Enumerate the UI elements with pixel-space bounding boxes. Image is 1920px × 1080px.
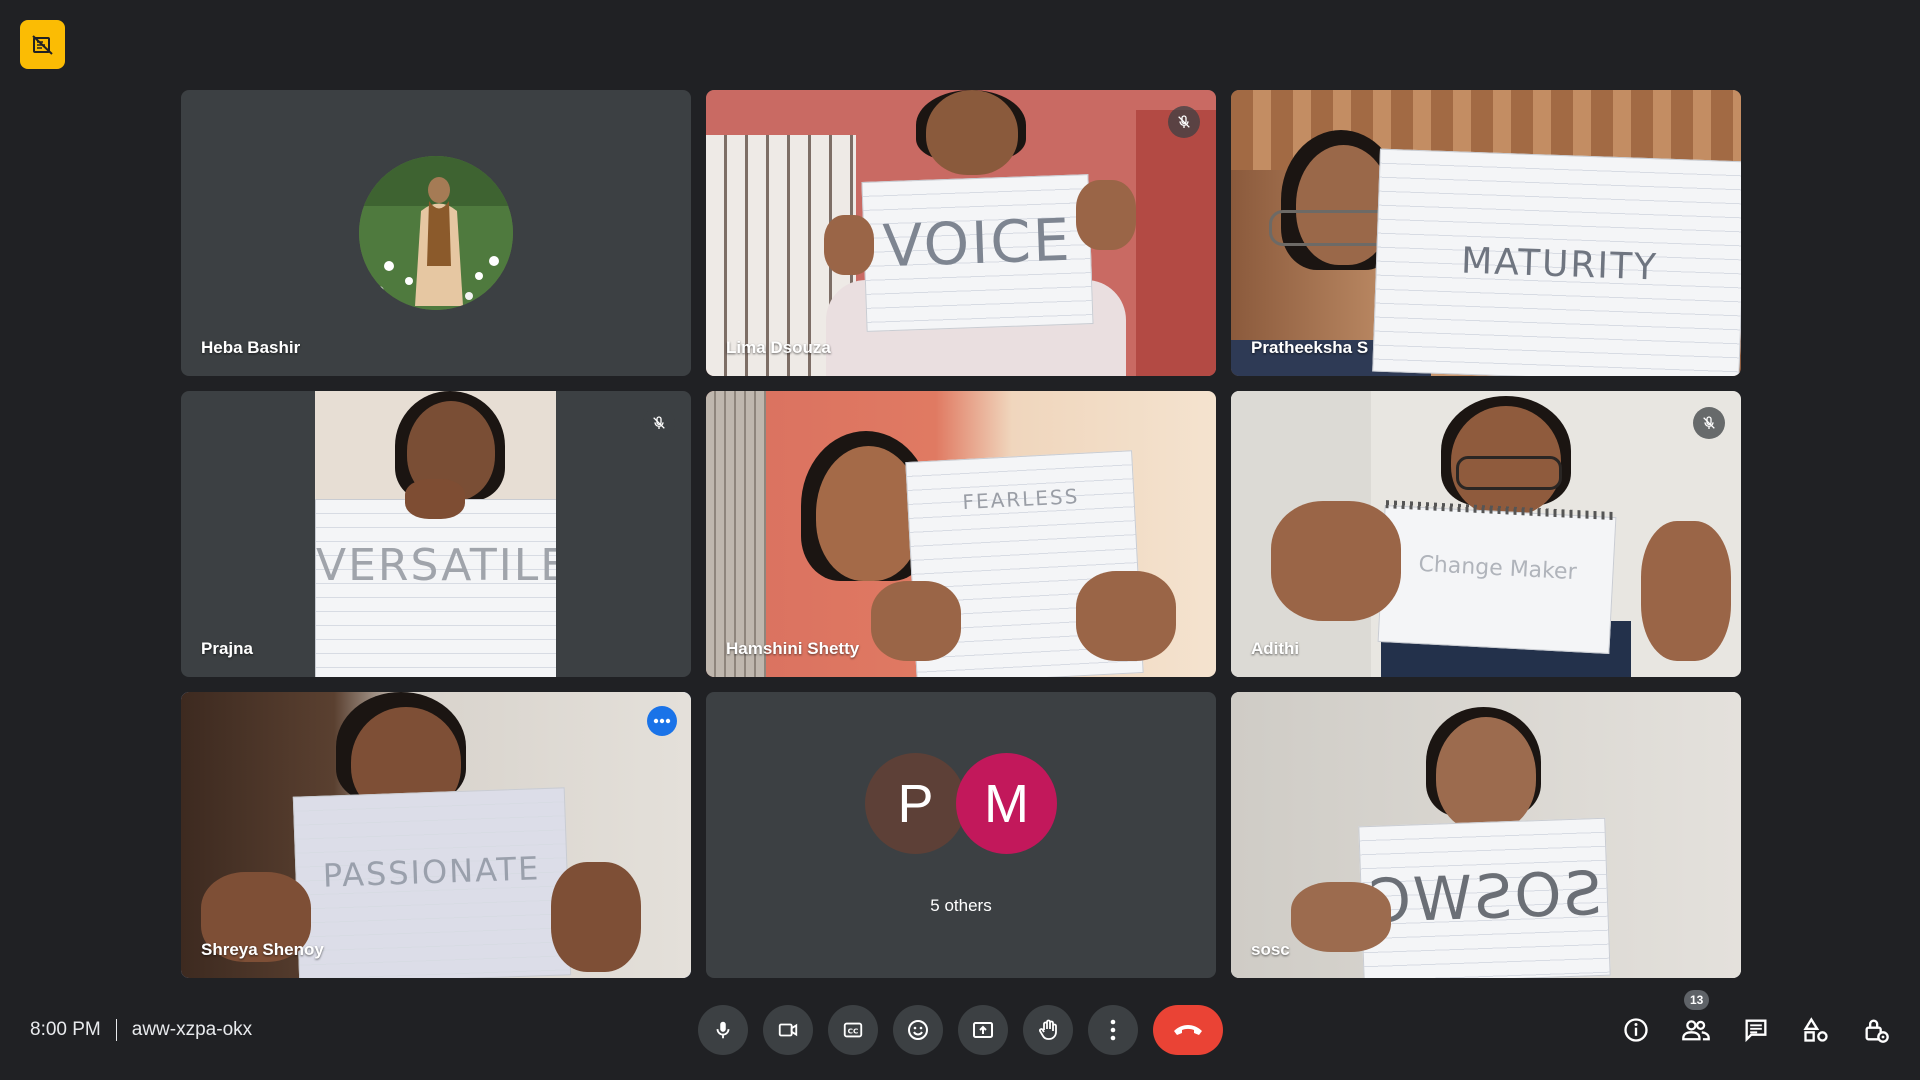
participant-grid: Heba Bashir VOICE Lima Dsouza MATURITY P… [181,90,1741,978]
participant-avatar-photo [359,156,513,310]
more-options-icon [653,718,671,724]
current-time: 8:00 PM [30,1019,101,1040]
emoji-reaction-button[interactable] [893,1005,943,1055]
participant-tile-others[interactable]: P M 5 others [706,692,1216,978]
others-count-label: 5 others [930,896,992,915]
paper-sign-text: VOICE [881,205,1073,281]
host-controls-button[interactable] [1852,1004,1900,1056]
participant-name: Pratheeksha S [1251,338,1369,357]
participant-tile-adithi[interactable]: Change Maker Adithi [1231,391,1741,677]
meeting-info: 8:00 PM aww-xzpa-okx [30,1018,252,1042]
participant-tile-sosc[interactable]: SOSWC sosc [1231,692,1741,978]
chat-button[interactable] [1732,1004,1780,1056]
participant-name: Heba Bashir [201,338,301,357]
present-icon [973,1022,993,1038]
people-icon [1682,1020,1710,1041]
mic-off-icon [653,416,665,429]
paper-sign-text: SOSWC [1365,858,1603,938]
mic-off-icon [1703,416,1715,429]
people-button[interactable]: 13 [1672,990,1720,1056]
svg-text:CC: CC [848,1027,859,1036]
side-panel-controls: 13 [1612,990,1900,1056]
microphone-button[interactable] [698,1005,748,1055]
paper-sign-text: VERSATILE [316,540,556,591]
divider [115,1019,117,1041]
call-controls: CC [698,1005,1223,1055]
emoji-icon [908,1020,928,1040]
other-participant-avatar-p: P [865,753,966,854]
participant-name: sosc [1251,940,1290,959]
paper-sign-text: PASSIONATE [322,849,541,895]
participant-tile-hamshini-shetty[interactable]: FEARLESS Hamshini Shetty [706,391,1216,677]
info-icon [1624,1018,1648,1042]
video-off-badge[interactable] [20,20,65,69]
no-video-badge-icon [31,34,53,55]
chat-icon [1745,1019,1767,1043]
participant-tile-shreya-shenoy[interactable]: PASSIONATE Shreya Shenoy [181,692,691,978]
meeting-code: aww-xzpa-okx [131,1019,253,1040]
paper-sign-text: FEARLESS [961,484,1080,515]
camera-icon [778,1023,798,1037]
mic-off-icon [1178,115,1190,128]
muted-indicator [643,407,675,439]
more-options-button[interactable] [1088,1005,1138,1055]
microphone-icon [716,1021,730,1039]
muted-indicator [1168,106,1200,138]
more-vert-icon [1110,1019,1116,1041]
camera-button[interactable] [763,1005,813,1055]
meeting-details-button[interactable] [1612,1004,1660,1056]
activities-button[interactable] [1792,1004,1840,1056]
end-call-button[interactable] [1153,1005,1223,1055]
participant-tile-lima-dsouza[interactable]: VOICE Lima Dsouza [706,90,1216,376]
participant-name: Shreya Shenoy [201,940,324,959]
paper-sign-text: MATURITY [1460,240,1659,289]
host-controls-icon [1865,1019,1889,1043]
paper-sign-text: Change Maker [1417,551,1578,586]
captions-button[interactable]: CC [828,1005,878,1055]
tile-more-options-button[interactable] [647,706,677,736]
raise-hand-button[interactable] [1023,1005,1073,1055]
participant-name: Lima Dsouza [726,338,831,357]
end-call-icon [1174,1025,1202,1035]
participant-name: Hamshini Shetty [726,639,860,658]
participant-tile-pratheeksha-s[interactable]: MATURITY Pratheeksha S [1231,90,1741,376]
present-screen-button[interactable] [958,1005,1008,1055]
participant-name: Adithi [1251,639,1300,658]
participant-tile-prajna[interactable]: VERSATILE Prajna [181,391,691,677]
captions-icon: CC [843,1022,863,1038]
other-participant-avatar-m: M [956,753,1057,854]
activities-icon [1803,1017,1828,1042]
raise-hand-icon [1039,1019,1057,1040]
participant-name: Prajna [201,639,253,658]
muted-indicator [1693,407,1725,439]
participant-count-badge: 13 [1684,990,1710,1010]
participant-tile-heba-bashir[interactable]: Heba Bashir [181,90,691,376]
